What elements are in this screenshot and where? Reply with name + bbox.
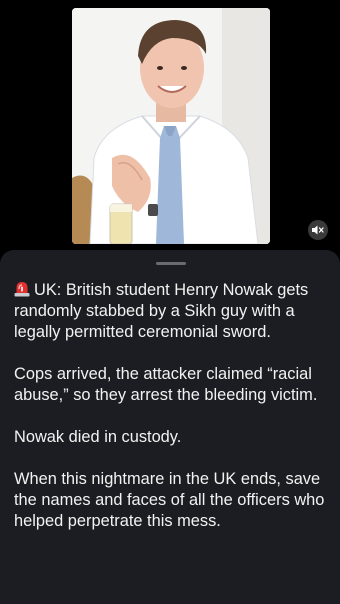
caption-text: UK: British student Henry Nowak gets ran… bbox=[14, 281, 309, 341]
post-caption: UK: British student Henry Nowak gets ran… bbox=[14, 280, 332, 553]
speaker-muted-icon bbox=[312, 225, 324, 235]
caption-paragraph: UK: British student Henry Nowak gets ran… bbox=[14, 280, 332, 343]
caption-paragraph: Nowak died in custody. bbox=[14, 428, 182, 446]
media-viewer[interactable] bbox=[0, 0, 340, 256]
caption-paragraph: Cops arrived, the attacker claimed “raci… bbox=[14, 365, 318, 404]
rotating-light-icon bbox=[14, 282, 30, 297]
screen: UK: British student Henry Nowak gets ran… bbox=[0, 0, 340, 604]
drag-handle[interactable] bbox=[156, 262, 186, 265]
mute-button[interactable] bbox=[308, 220, 328, 240]
caption-sheet[interactable]: UK: British student Henry Nowak gets ran… bbox=[0, 250, 340, 604]
post-photo[interactable] bbox=[72, 8, 270, 244]
caption-paragraph: When this nightmare in the UK ends, save… bbox=[14, 470, 325, 530]
photo-illustration bbox=[72, 8, 270, 244]
